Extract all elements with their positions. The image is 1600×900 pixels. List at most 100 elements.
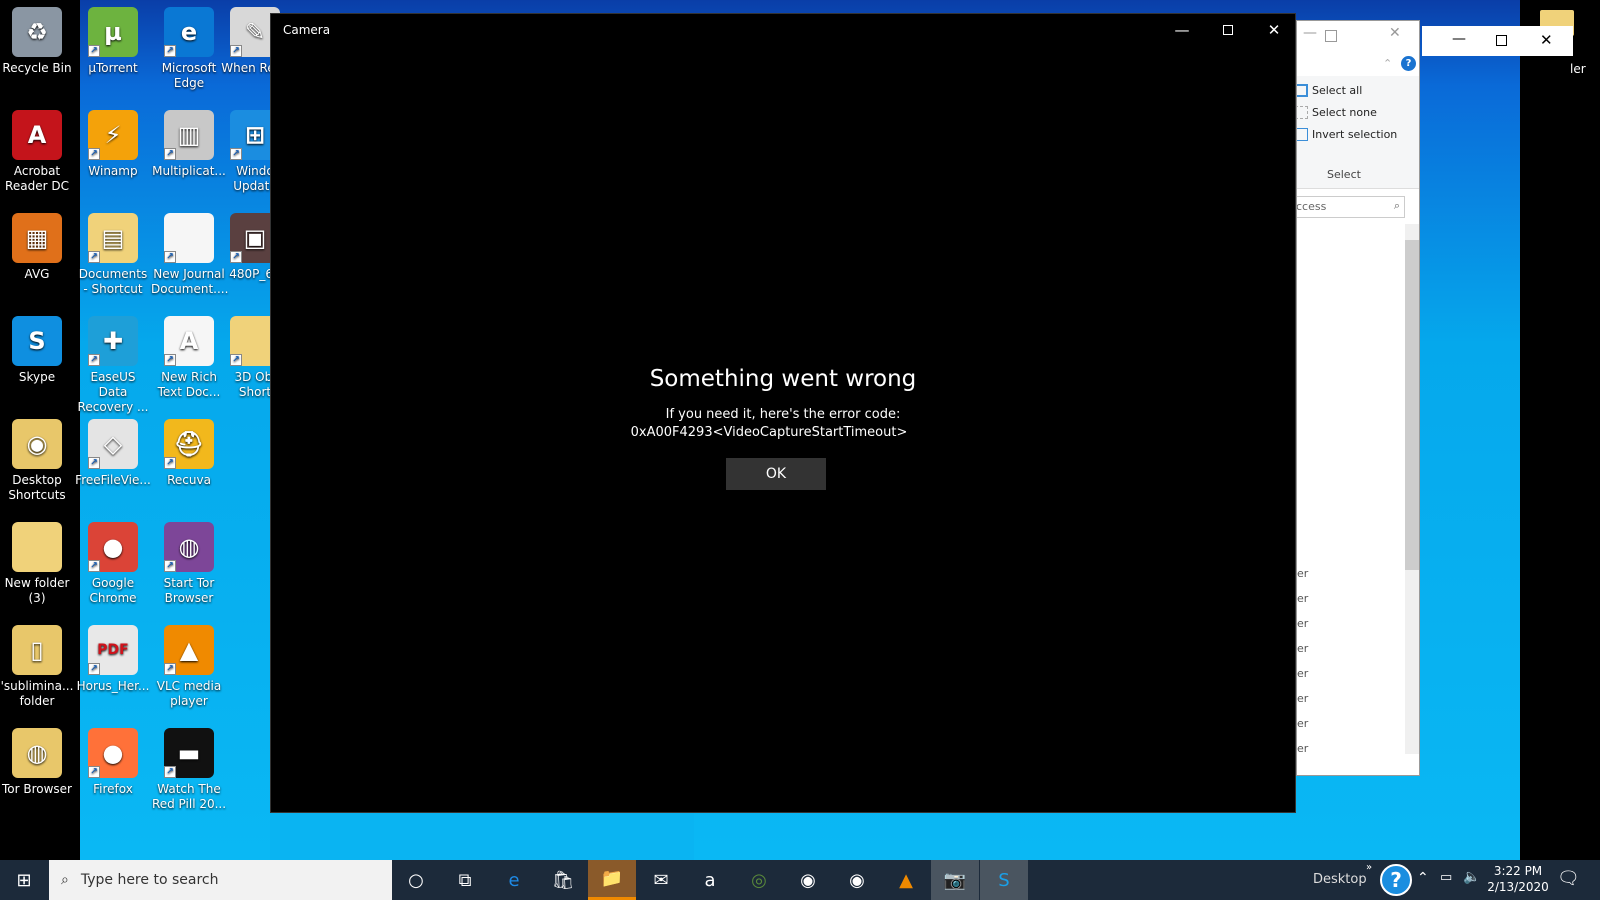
desktop-icon[interactable]: A ↗ New Rich Text Doc... [151, 313, 227, 400]
scrollbar[interactable] [1405, 224, 1419, 754]
search-placeholder: ccess [1296, 200, 1327, 213]
select-none-button[interactable]: Select none [1297, 106, 1377, 119]
desktop-icon[interactable]: ◍ ↗ Start Tor Browser [151, 519, 227, 606]
desktop-icon[interactable]: ▯ 'sublimina... folder [0, 622, 75, 709]
file-explorer-icon[interactable]: 📁 [588, 860, 636, 900]
desktop-icon[interactable]: ▥ ↗ Multiplicat... [151, 107, 227, 179]
shortcut-arrow-icon: ↗ [230, 251, 242, 263]
battery-icon[interactable]: ▭ [1440, 870, 1452, 885]
close-button[interactable]: ✕ [1389, 25, 1401, 41]
file-explorer-window[interactable]: — ✕ ⌃ ? Select all Select none Invert se… [1296, 20, 1420, 776]
tripadvisor-icon[interactable]: ◎ [735, 860, 783, 900]
search-input[interactable]: ccess ⌕ [1296, 196, 1405, 218]
desktop-icon[interactable]: ▤ ↗ Documents - Shortcut [75, 210, 151, 297]
scrollbar-thumb[interactable] [1405, 240, 1419, 570]
shortcut-arrow-icon: ↗ [164, 766, 176, 778]
desktop-icon[interactable]: ● ↗ Firefox [75, 725, 151, 797]
time: 3:22 PM [1493, 864, 1543, 878]
desktop-icon[interactable]: New folder (3) [0, 519, 75, 606]
collapse-ribbon-icon[interactable]: ⌃ [1383, 57, 1392, 70]
help-icon[interactable]: ? [1380, 864, 1412, 896]
skype-icon[interactable]: S [980, 860, 1028, 900]
shortcut-arrow-icon: ↗ [88, 663, 100, 675]
file-list-item[interactable]: er [1297, 617, 1308, 630]
select-all-button[interactable]: Select all [1297, 84, 1362, 97]
desktop-icon[interactable]: ⚡ ↗ Winamp [75, 107, 151, 179]
desktop-icon[interactable]: ▬ ↗ Watch The Red Pill 20... [151, 725, 227, 812]
vlc-icon[interactable]: ▲ [882, 860, 930, 900]
file-list-item[interactable]: er [1297, 717, 1308, 730]
desktop-icon-label: Start Tor Browser [163, 576, 215, 605]
desktop-icon-label: Microsoft Edge [161, 61, 217, 90]
desktop-icon-label: Recycle Bin [2, 61, 72, 75]
color-app-icon[interactable]: ◉ [833, 860, 881, 900]
desktop-icon[interactable]: ◍ Tor Browser [0, 725, 75, 797]
start-button[interactable]: ⊞ [0, 860, 48, 900]
amazon-icon[interactable]: a [686, 860, 734, 900]
desktop-icon[interactable]: ▲ ↗ VLC media player [151, 622, 227, 709]
desktop-icon[interactable]: ◉ Desktop Shortcuts [0, 416, 75, 503]
edge-icon[interactable]: e [490, 860, 538, 900]
shortcut-arrow-icon: ↗ [88, 45, 100, 57]
desktop-icon[interactable]: ◇ ↗ FreeFileVie... [75, 416, 151, 488]
desktop-toolbar[interactable]: Desktop [1313, 872, 1367, 887]
explorer-title-bar: — ✕ [1297, 21, 1419, 51]
desktop-icon[interactable]: ✚ ↗ EaseUS Data Recovery ... [75, 313, 151, 415]
desktop-icon[interactable]: ↗ New Journal Document.... [151, 210, 228, 297]
desktop-icon-label: ler [1570, 62, 1586, 76]
file-list-item[interactable]: er [1297, 692, 1308, 705]
task-view-icon[interactable]: ⧉ [441, 860, 489, 900]
desktop-icon[interactable]: PDF ↗ Horus_Her... [75, 622, 151, 694]
shortcut-arrow-icon: ↗ [230, 45, 242, 57]
app-icon: ◍ ↗ [164, 522, 214, 572]
file-list-item[interactable]: er [1297, 642, 1308, 655]
desktop-icon[interactable]: e ↗ Microsoft Edge [151, 4, 227, 91]
app-icon: ↗ [164, 213, 214, 263]
label: Invert selection [1312, 128, 1398, 141]
camera-icon[interactable]: 📷 [931, 860, 979, 900]
desktop-icon[interactable]: ♻ Recycle Bin [0, 4, 75, 76]
desktop-icon-label: New folder (3) [4, 576, 70, 605]
invert-selection-button[interactable]: Invert selection [1297, 128, 1398, 141]
desktop-icon[interactable]: A Acrobat Reader DC [0, 107, 75, 194]
show-hidden-icons-chevron-icon[interactable]: ⌃ [1417, 870, 1429, 886]
mail-icon[interactable]: ✉ [637, 860, 685, 900]
notifications-icon[interactable]: 🗨 [1557, 868, 1580, 889]
minimize-button[interactable]: — [1452, 31, 1466, 47]
webcam-icon[interactable]: ◉ [784, 860, 832, 900]
desktop-icon[interactable]: µ ↗ µTorrent [75, 4, 151, 76]
app-icon: A ↗ [164, 316, 214, 366]
app-icon: ▥ ↗ [164, 110, 214, 160]
file-list-item[interactable]: er [1297, 592, 1308, 605]
desktop-icon-label: FreeFileVie... [75, 473, 151, 487]
help-icon[interactable]: ? [1401, 56, 1416, 71]
file-list-item[interactable]: er [1297, 667, 1308, 680]
toolbar-expand-icon[interactable]: » [1366, 862, 1372, 873]
maximize-button[interactable] [1205, 14, 1251, 46]
minimize-button[interactable]: — [1159, 14, 1205, 46]
cortana-icon[interactable]: ○ [392, 860, 440, 900]
desktop-icon[interactable]: S Skype [0, 313, 75, 385]
search-box[interactable]: ⌕ Type here to search [49, 860, 392, 900]
ok-button[interactable]: OK [726, 458, 826, 490]
maximize-button[interactable] [1325, 30, 1337, 42]
select-all-icon [1297, 84, 1308, 97]
clock[interactable]: 3:22 PM 2/13/2020 [1482, 863, 1554, 895]
close-button[interactable]: ✕ [1251, 14, 1297, 46]
search-icon: ⌕ [1393, 199, 1400, 212]
app-icon: ▲ ↗ [164, 625, 214, 675]
app-icon: ⛑ ↗ [164, 419, 214, 469]
close-button[interactable]: ✕ [1540, 31, 1553, 49]
desktop-icon[interactable]: ⛑ ↗ Recuva [151, 416, 227, 488]
minimize-button[interactable]: — [1303, 25, 1317, 41]
label: Select none [1312, 106, 1377, 119]
desktop-icon-label: Desktop Shortcuts [8, 473, 66, 502]
maximize-button[interactable] [1496, 35, 1507, 46]
volume-icon[interactable]: 🔈 [1463, 869, 1480, 885]
desktop-icon[interactable]: ▦ AVG [0, 210, 75, 282]
file-list-item[interactable]: er [1297, 567, 1308, 580]
desktop-icon[interactable]: ● ↗ Google Chrome [75, 519, 151, 606]
store-icon[interactable]: 🛍 [539, 860, 587, 900]
shortcut-arrow-icon: ↗ [164, 560, 176, 572]
file-list-item[interactable]: er [1297, 742, 1308, 755]
